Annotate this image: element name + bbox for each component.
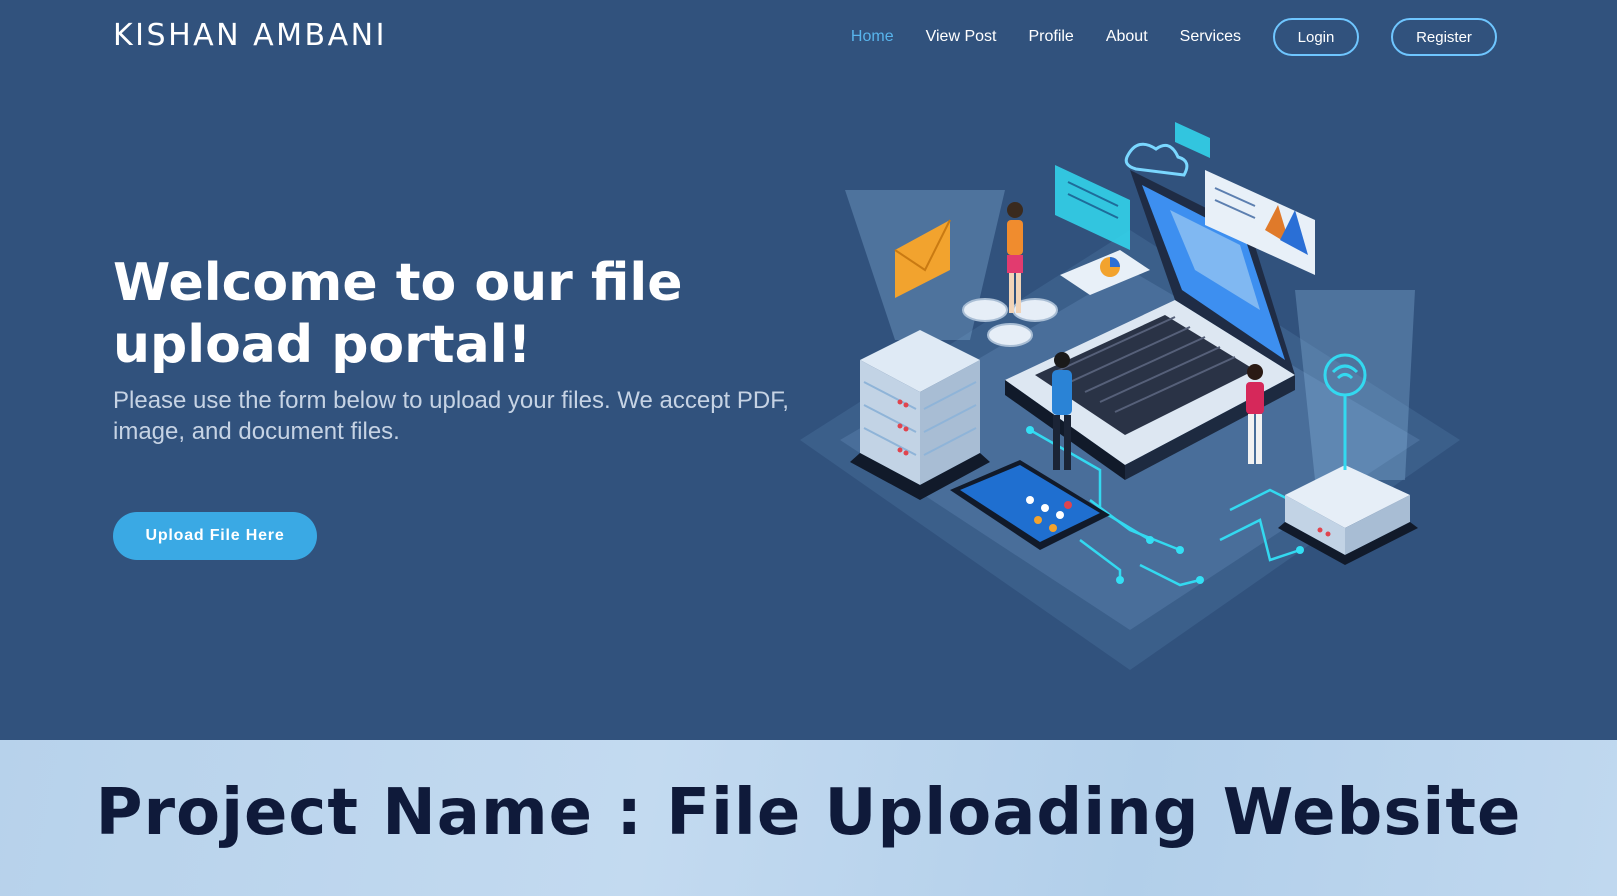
- project-title: Project Name : File Uploading Website: [95, 776, 1522, 850]
- hero-subtitle: Please use the form below to upload your…: [113, 387, 789, 445]
- person-figure: [1007, 202, 1023, 313]
- project-banner: Project Name : File Uploading Website: [0, 740, 1617, 896]
- nav-about[interactable]: About: [1106, 28, 1148, 46]
- cloud-icon: [1124, 142, 1189, 177]
- upload-file-button[interactable]: Upload File Here: [113, 512, 317, 560]
- register-button[interactable]: Register: [1391, 18, 1497, 56]
- login-button[interactable]: Login: [1273, 18, 1359, 56]
- floating-screen: [1055, 165, 1130, 250]
- nav-profile[interactable]: Profile: [1028, 28, 1073, 46]
- brand-logo[interactable]: KISHAN AMBANI: [113, 18, 387, 53]
- hero-section: KISHAN AMBANI Home View Post Profile Abo…: [0, 0, 1617, 740]
- floating-screen: [1175, 122, 1210, 158]
- nav-view-post[interactable]: View Post: [926, 28, 997, 46]
- nav-home[interactable]: Home: [851, 28, 894, 46]
- main-nav: Home View Post Profile About Services Lo…: [819, 16, 1497, 58]
- nav-services[interactable]: Services: [1180, 28, 1241, 46]
- light-beam: [1295, 290, 1415, 480]
- isometric-cloud-computing-illustration: [800, 122, 1460, 670]
- hero-title: Welcome to our file upload portal!: [113, 253, 683, 375]
